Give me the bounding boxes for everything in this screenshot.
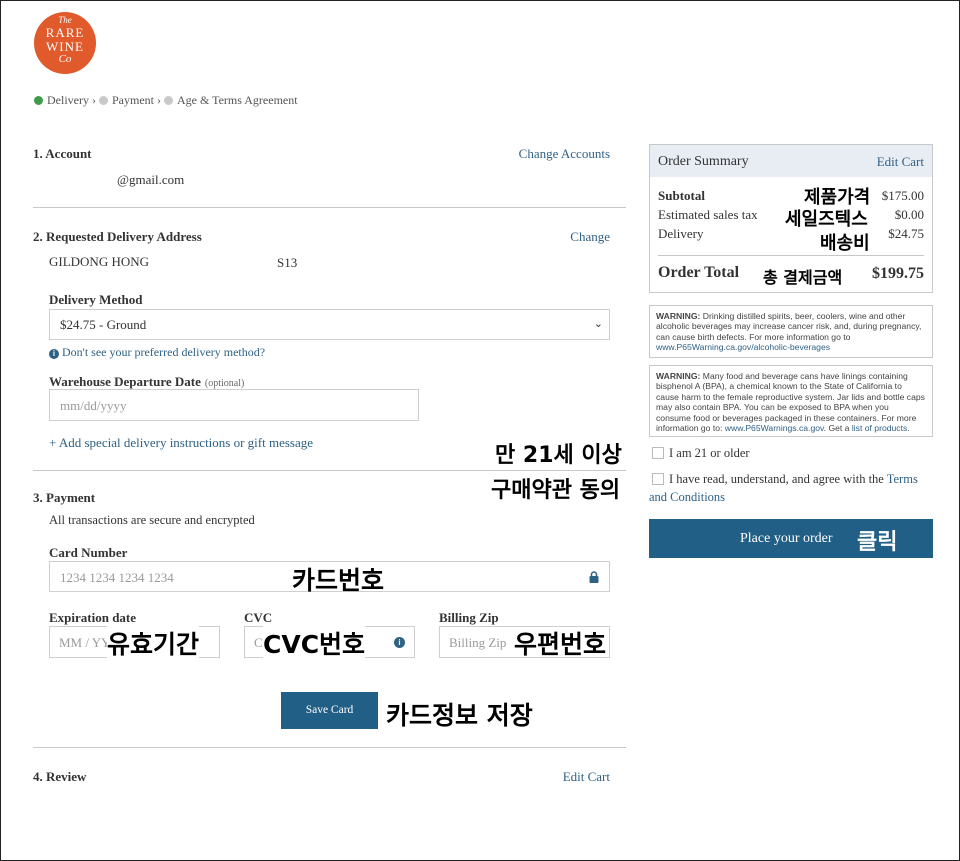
chevron-right-icon: › (156, 93, 164, 107)
prop65-bpa-warning: WARNING: Many food and beverage cans hav… (649, 365, 933, 437)
logo-text-the: The (58, 15, 72, 25)
annotation-click: 클릭 (857, 530, 898, 555)
annotation-expiry: 유효기간 (107, 625, 200, 661)
annotation-cvc-number: CVC번호 (263, 625, 366, 661)
subtotal-label: Subtotal (658, 188, 705, 203)
divider (33, 207, 626, 208)
info-icon[interactable]: i (394, 637, 405, 648)
save-card-button[interactable]: Save Card (281, 692, 378, 729)
change-accounts-link[interactable]: Change Accounts (519, 146, 610, 162)
order-summary-title: Order Summary (658, 154, 749, 169)
delivery-method-help[interactable]: i Don't see your preferred delivery meth… (49, 345, 265, 360)
tax-label: Estimated sales tax (658, 207, 758, 222)
annotation-age-over: 만 21세 이상 (495, 443, 622, 468)
delivery-method-label: Delivery Method (49, 292, 143, 307)
annotation-total: 총 결제금액 (763, 268, 843, 287)
breadcrumb-step-age-terms[interactable]: Age & Terms Agreement (163, 93, 298, 107)
tax-value: $0.00 (894, 207, 924, 222)
account-email: @gmail.com (117, 172, 185, 187)
rare-wine-logo[interactable]: The RARE WINE Co (34, 12, 96, 74)
info-icon: i (49, 349, 59, 359)
alcohol-warning-link[interactable]: www.P65Warning.ca.gov/alcoholic-beverage… (656, 342, 830, 352)
address-suffix: S13 (277, 255, 298, 270)
check-icon (34, 96, 43, 105)
add-instructions-link[interactable]: + Add special delivery instructions or g… (49, 435, 313, 451)
pending-dot-icon (98, 96, 108, 105)
delivery-value: $24.75 (888, 226, 924, 241)
terms-checkbox[interactable] (652, 473, 664, 485)
review-heading: 4. Review (33, 769, 87, 784)
product-list-link[interactable]: list of products (852, 423, 907, 433)
place-order-label: Place your order (740, 531, 833, 546)
account-heading: 1. Account (33, 146, 92, 161)
annotation-sales-tax: 세일즈텍스 (785, 209, 868, 230)
summary-divider (658, 255, 924, 256)
subtotal-value: $175.00 (881, 188, 924, 203)
billing-zip-placeholder: Billing Zip (449, 635, 507, 650)
cvc-label: CVC (244, 610, 273, 625)
conditions-link[interactable]: and Conditions (649, 490, 725, 505)
change-address-link[interactable]: Change (570, 229, 610, 245)
delivery-heading: 2. Requested Delivery Address (33, 229, 202, 244)
annotation-purchase-terms: 구매약관 동의 (491, 478, 621, 503)
delivery-label: Delivery (658, 226, 704, 241)
payment-heading: 3. Payment (33, 490, 96, 505)
age-checkbox-label: I am 21 or older (669, 446, 750, 460)
card-number-label: Card Number (49, 545, 128, 560)
annotation-shipping: 배송비 (820, 233, 870, 254)
card-number-placeholder: 1234 1234 1234 1234 (60, 570, 174, 585)
summary-edit-cart-link[interactable]: Edit Cart (877, 154, 924, 170)
annotation-save-card-info: 카드정보 저장 (386, 701, 533, 730)
secure-note: All transactions are secure and encrypte… (49, 513, 255, 527)
divider (33, 747, 626, 748)
bpa-warning-link[interactable]: www.P65Warnings.ca.gov (725, 423, 824, 433)
delivery-method-value: $24.75 - Ground (60, 317, 147, 332)
order-total-value: $199.75 (872, 265, 924, 282)
breadcrumb-step-delivery[interactable]: Delivery (34, 93, 92, 107)
logo-text-rare: RARE (45, 25, 85, 40)
breadcrumb-step-payment[interactable]: Payment (98, 93, 157, 107)
divider (33, 470, 626, 471)
pending-dot-icon (163, 96, 173, 105)
breadcrumb: Delivery › Payment › Age & Terms Agreeme… (34, 93, 298, 108)
expiration-label: Expiration date (49, 610, 137, 625)
review-edit-cart-link[interactable]: Edit Cart (563, 769, 610, 785)
terms-link[interactable]: Terms (887, 472, 918, 486)
age-checkbox[interactable] (652, 447, 664, 459)
recipient-name: GILDONG HONG (49, 254, 150, 269)
departure-date-input[interactable]: mm/dd/yyyy (49, 389, 419, 421)
chevron-right-icon: › (91, 93, 99, 107)
billing-zip-label: Billing Zip (439, 610, 499, 625)
logo-text-co: Co (58, 53, 72, 65)
expiration-placeholder: MM / YY (59, 635, 111, 650)
prop65-alcohol-warning: WARNING: Drinking distilled spirits, bee… (649, 305, 933, 358)
chevron-down-icon: ⌄ (593, 318, 603, 330)
order-total-label: Order Total (658, 264, 740, 281)
departure-date-placeholder: mm/dd/yyyy (60, 398, 127, 413)
annotation-zip: 우편번호 (514, 630, 607, 659)
logo-text-wine: WINE (46, 39, 84, 54)
terms-checkbox-label: I have read, understand, and agree with … (669, 472, 918, 486)
lock-icon (589, 571, 599, 583)
annotation-card-number: 카드번호 (292, 566, 385, 595)
delivery-method-select[interactable]: $24.75 - Ground ⌄ (49, 309, 610, 340)
